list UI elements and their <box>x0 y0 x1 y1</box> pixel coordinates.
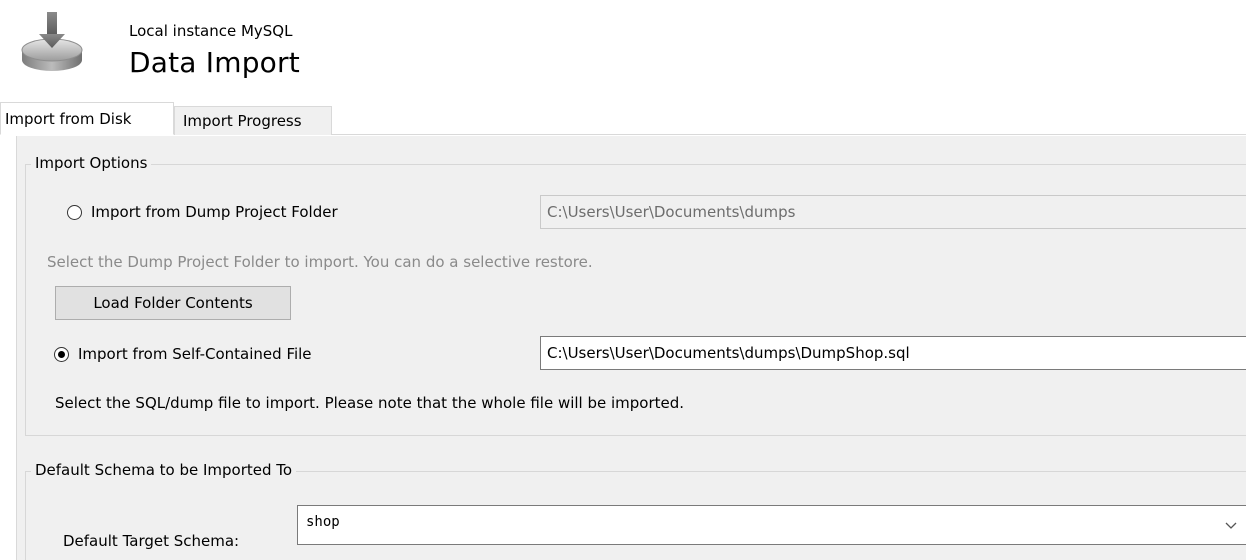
default-schema-legend: Default Schema to be Imported To <box>31 461 297 479</box>
load-folder-contents-button[interactable]: Load Folder Contents <box>55 286 291 320</box>
page-title: Data Import <box>129 46 300 79</box>
tab-bar: Import from Disk Import Progress <box>0 100 1246 136</box>
dump-folder-radio[interactable] <box>67 204 82 220</box>
dump-folder-radio-label: Import from Dump Project Folder <box>91 203 338 221</box>
chevron-down-icon[interactable] <box>1224 518 1238 532</box>
download-database-icon <box>18 10 88 80</box>
default-target-schema-select[interactable]: shop <box>297 505 1246 545</box>
dump-folder-hint: Select the Dump Project Folder to import… <box>47 253 593 271</box>
default-target-schema-label: Default Target Schema: <box>63 532 240 550</box>
tab-import-from-disk[interactable]: Import from Disk <box>0 102 174 135</box>
tab-import-progress[interactable]: Import Progress <box>174 106 332 135</box>
default-target-schema-value: shop <box>306 514 340 530</box>
dump-folder-radio-row[interactable]: Import from Dump Project Folder <box>67 203 338 221</box>
instance-name: Local instance MySQL <box>129 22 293 40</box>
radio-selected-dot <box>58 350 65 358</box>
dump-folder-path-input[interactable]: C:\Users\User\Documents\dumps <box>540 195 1246 229</box>
self-contained-path-input[interactable]: C:\Users\User\Documents\dumps\DumpShop.s… <box>540 336 1246 370</box>
self-contained-hint: Select the SQL/dump file to import. Plea… <box>55 394 685 412</box>
data-import-window: Local instance MySQL Data Import Import … <box>0 0 1246 560</box>
self-contained-radio-label: Import from Self-Contained File <box>78 345 312 363</box>
self-contained-radio[interactable] <box>54 346 69 362</box>
import-options-legend: Import Options <box>31 154 152 172</box>
self-contained-radio-row[interactable]: Import from Self-Contained File <box>54 345 312 363</box>
tab-content-panel: Import Options Import from Dump Project … <box>16 136 1246 560</box>
